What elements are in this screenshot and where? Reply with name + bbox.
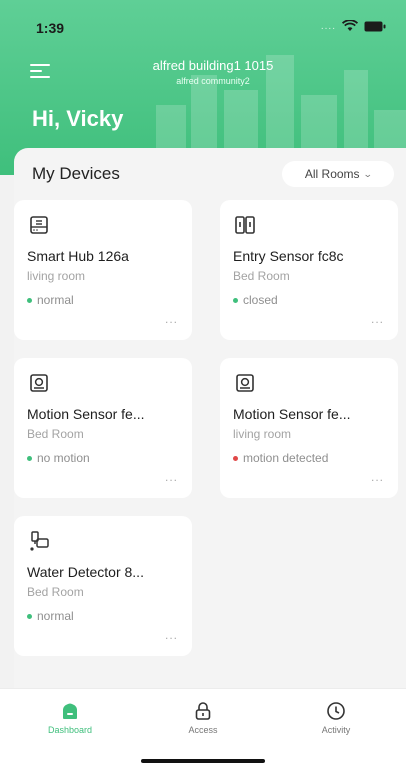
- tab-label: Dashboard: [47, 725, 93, 735]
- devices-panel: My Devices All Rooms ⌄ Smart Hub 126a li…: [14, 148, 406, 688]
- device-status: normal: [37, 293, 74, 307]
- device-room: living room: [233, 427, 292, 441]
- more-options-icon[interactable]: ...: [165, 470, 178, 484]
- more-options-icon[interactable]: ...: [371, 312, 384, 326]
- signal-dots: ....: [320, 20, 336, 32]
- tab-access[interactable]: Access: [153, 701, 253, 735]
- more-options-icon[interactable]: ...: [165, 312, 178, 326]
- device-card[interactable]: Smart Hub 126a living room normal ...: [14, 200, 192, 340]
- community-name: alfred community2: [176, 76, 250, 86]
- device-status: motion detected: [243, 451, 329, 465]
- status-dot: [27, 613, 32, 619]
- device-status: closed: [243, 293, 278, 307]
- status-bar: 1:39 ....: [0, 0, 406, 46]
- device-room: Bed Room: [27, 585, 84, 599]
- chevron-down-icon: ⌄: [362, 168, 373, 179]
- battery-icon: [364, 21, 386, 31]
- device-name: Smart Hub 126a: [27, 248, 129, 264]
- motion-sensor-icon: [30, 374, 48, 392]
- device-status: no motion: [37, 451, 90, 465]
- building-name[interactable]: alfred building1 1015: [0, 58, 406, 73]
- bottom-tab-bar: Dashboard Access Activity: [0, 688, 406, 767]
- tab-dashboard[interactable]: Dashboard: [20, 701, 120, 735]
- status-dot: [27, 297, 32, 303]
- device-status: normal: [37, 609, 74, 623]
- entry-sensor-icon: [235, 216, 255, 234]
- device-name: Motion Sensor fe...: [233, 406, 351, 422]
- room-filter-dropdown[interactable]: All Rooms ⌄: [282, 161, 394, 187]
- room-filter-label: All Rooms: [304, 167, 360, 181]
- device-card[interactable]: Water Detector 8... Bed Room normal ...: [14, 516, 192, 656]
- tab-activity[interactable]: Activity: [286, 701, 386, 735]
- water-detector-icon: [30, 531, 49, 551]
- clock-icon: [327, 702, 345, 720]
- device-room: Bed Room: [27, 427, 84, 441]
- motion-sensor-icon: [236, 374, 254, 392]
- status-time: 1:39: [36, 20, 65, 36]
- device-card[interactable]: Motion Sensor fe... living room motion d…: [220, 358, 398, 498]
- device-card[interactable]: Entry Sensor fc8c Bed Room closed ...: [220, 200, 398, 340]
- device-name: Motion Sensor fe...: [27, 406, 145, 422]
- device-name: Water Detector 8...: [27, 564, 144, 580]
- smart-hub-icon: [30, 216, 48, 234]
- greeting: Hi, Vicky: [32, 106, 124, 131]
- more-options-icon[interactable]: ...: [371, 470, 384, 484]
- lock-icon: [195, 702, 211, 720]
- device-card[interactable]: Motion Sensor fe... Bed Room no motion .…: [14, 358, 192, 498]
- phone-screen: 1:39 .... alfred building1 1015 alfred c…: [0, 0, 406, 767]
- home-indicator: [141, 759, 265, 763]
- device-room: living room: [27, 269, 86, 283]
- device-name: Entry Sensor fc8c: [233, 248, 344, 264]
- device-room: Bed Room: [233, 269, 290, 283]
- devices-title: My Devices: [32, 164, 120, 183]
- wifi-icon: [342, 20, 358, 31]
- tab-label: Access: [188, 725, 218, 735]
- status-dot: [233, 455, 238, 461]
- tab-label: Activity: [321, 725, 351, 735]
- status-dot: [233, 297, 238, 303]
- dashboard-icon: [63, 703, 77, 719]
- more-options-icon[interactable]: ...: [165, 628, 178, 642]
- status-dot: [27, 455, 32, 461]
